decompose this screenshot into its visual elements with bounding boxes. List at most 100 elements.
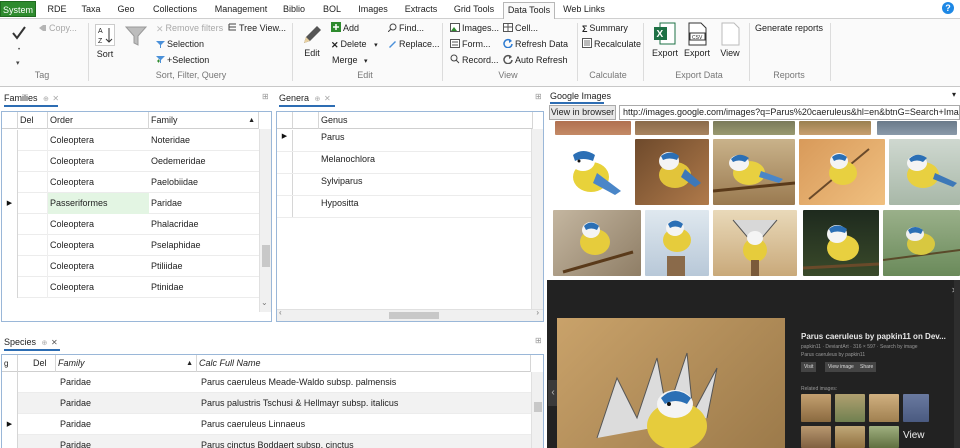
cell-genus[interactable]: Parus — [319, 130, 531, 152]
families-scroll-down-icon[interactable]: ⌄ — [261, 298, 268, 307]
table-row[interactable]: Coleoptera Phalacridae — [2, 214, 259, 235]
tab-data-tools[interactable]: Data Tools — [503, 2, 555, 20]
families-vertical-scrollbar[interactable]: ⌄ — [259, 129, 271, 312]
table-row[interactable]: Paridae Parus caeruleus Meade-Waldo subsp… — [2, 372, 531, 393]
species-options-icon[interactable]: ⊞ — [535, 336, 542, 345]
genera-horizontal-scrollbar[interactable]: ‹ › — [277, 308, 543, 321]
cell-order[interactable]: Coleoptera — [48, 277, 149, 298]
image-result[interactable] — [799, 121, 871, 135]
genera-scroll-right-icon[interactable]: › — [536, 308, 539, 317]
cell-order[interactable]: Coleoptera — [48, 256, 149, 277]
related-image[interactable] — [801, 426, 831, 448]
table-row[interactable]: Coleoptera Ptiliidae — [2, 256, 259, 277]
row-selector[interactable] — [2, 372, 18, 393]
preview-visit-button[interactable]: Visit — [801, 362, 817, 372]
row-selector[interactable] — [2, 130, 18, 151]
cell-del[interactable] — [18, 393, 56, 414]
summary-button[interactable]: Σ Summary — [582, 21, 628, 35]
table-row[interactable]: Coleoptera Oedemeridae — [2, 151, 259, 172]
species-vertical-scrollbar[interactable] — [531, 372, 543, 448]
cell-del[interactable] — [18, 372, 56, 393]
table-row[interactable]: Coleoptera Noteridae — [2, 130, 259, 151]
image-result[interactable] — [803, 210, 879, 276]
preview-view-button[interactable]: View — [903, 430, 925, 441]
row-selector[interactable] — [2, 151, 18, 172]
image-result[interactable] — [883, 210, 960, 276]
table-row[interactable]: ▶ Paridae Parus caeruleus Linnaeus — [2, 414, 531, 435]
tab-grid-tools[interactable]: Grid Tools — [448, 2, 500, 19]
replace-button[interactable]: Replace... — [388, 37, 440, 51]
table-row[interactable]: Coleoptera Paelobiidae — [2, 172, 259, 193]
families-header-order[interactable]: Order — [48, 112, 149, 129]
tree-view-button[interactable]: Tree View... — [228, 21, 286, 35]
cell-order[interactable]: Passeriformes — [48, 193, 149, 214]
row-selector[interactable] — [277, 152, 293, 173]
tab-system[interactable]: System — [0, 1, 36, 17]
cell-family[interactable]: Paridae — [56, 372, 197, 393]
species-pin-icon[interactable]: ⊕ — [42, 340, 48, 347]
delete-chevron-down-icon[interactable]: ▾ — [374, 42, 378, 49]
table-row[interactable]: Melanochlora — [277, 152, 531, 174]
species-header-del[interactable]: Del — [18, 355, 56, 372]
merge-button[interactable]: Merge ▾ — [332, 53, 368, 67]
cell-order[interactable]: Coleoptera — [48, 151, 149, 172]
species-close-icon[interactable]: ✕ — [51, 338, 58, 347]
cell-family[interactable]: Paridae — [149, 193, 259, 214]
cell-del[interactable] — [18, 435, 56, 448]
url-field[interactable]: http://images.google.com/images?q=Parus%… — [619, 105, 960, 120]
row-selector[interactable] — [2, 256, 18, 277]
help-icon[interactable]: ? — [942, 2, 954, 14]
genera-close-icon[interactable]: ✕ — [324, 94, 331, 103]
preview-title[interactable]: Parus caeruleus by papkin11 on Dev... — [801, 332, 957, 341]
row-selector[interactable] — [277, 174, 293, 195]
export-view-button[interactable]: View — [715, 22, 745, 58]
species-header-name[interactable]: Calc Full Name — [197, 355, 531, 372]
tag-chevron-down-icon[interactable]: ▾ — [16, 59, 20, 67]
table-row[interactable]: Paridae Parus cinctus Boddaert subsp. cin… — [2, 435, 531, 448]
tab-biblio[interactable]: Biblio — [278, 2, 310, 19]
families-header-del[interactable]: Del — [18, 112, 48, 129]
families-scroll-thumb[interactable] — [262, 245, 270, 267]
cell-family[interactable]: Noteridae — [149, 130, 259, 151]
cell-del[interactable] — [18, 277, 48, 298]
copy-button[interactable]: Copy... — [38, 21, 77, 35]
tag-check-button[interactable] — [12, 25, 26, 43]
cell-family[interactable]: Pselaphidae — [149, 235, 259, 256]
cell-family[interactable]: Paelobiidae — [149, 172, 259, 193]
selection-button[interactable]: Selection — [156, 37, 204, 51]
cell-family[interactable]: Paridae — [56, 435, 197, 448]
row-selector[interactable] — [2, 435, 18, 448]
remove-filters-button[interactable]: ✕ Remove filters — [156, 21, 223, 35]
genera-header-genus[interactable]: Genus — [319, 112, 533, 129]
genera-scroll-left-icon[interactable]: ‹ — [279, 308, 282, 317]
image-result[interactable] — [553, 139, 631, 205]
record-button[interactable]: Record... — [450, 53, 499, 67]
tab-web-links[interactable]: Web Links — [560, 2, 608, 19]
recalculate-button[interactable]: Recalculate — [582, 37, 641, 51]
cell-genus[interactable]: Melanochlora — [319, 152, 531, 174]
cell-calc-full-name[interactable]: Parus caeruleus Linnaeus — [197, 414, 531, 435]
images-button[interactable]: Images... — [450, 21, 499, 35]
row-selector[interactable] — [2, 393, 18, 414]
current-row-indicator-icon[interactable]: ▶ — [2, 414, 18, 435]
species-scroll-thumb[interactable] — [534, 402, 542, 412]
tab-rde[interactable]: RDE — [40, 2, 74, 19]
families-panel-title[interactable]: Families ⊕ ✕ — [4, 92, 64, 107]
families-pin-icon[interactable]: ⊕ — [43, 96, 49, 103]
export-csv-button[interactable]: CSV Export — [682, 22, 712, 58]
cell-del[interactable] — [18, 235, 48, 256]
delete-button[interactable]: ✕ Delete ▾ — [331, 37, 378, 51]
species-panel-title[interactable]: Species ⊕ ✕ — [4, 336, 64, 351]
tab-extracts[interactable]: Extracts — [398, 2, 444, 19]
cell-del[interactable] — [18, 130, 48, 151]
related-image[interactable] — [869, 394, 899, 422]
tab-management[interactable]: Management — [208, 2, 274, 19]
tab-images[interactable]: Images — [352, 2, 394, 19]
table-row[interactable]: Hypositta — [277, 196, 531, 218]
refresh-data-button[interactable]: Refresh Data — [503, 37, 568, 51]
export-excel-button[interactable]: X Export — [650, 22, 680, 58]
image-result[interactable] — [713, 210, 797, 276]
preview-image[interactable] — [557, 318, 785, 448]
related-image[interactable] — [903, 394, 929, 422]
auto-refresh-button[interactable]: Auto Refresh — [503, 53, 568, 67]
